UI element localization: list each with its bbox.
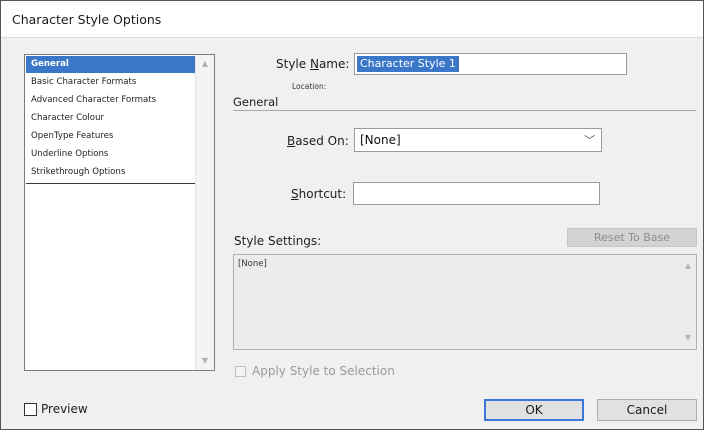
cancel-button[interactable]: Cancel <box>597 399 697 421</box>
ok-button[interactable]: OK <box>484 399 584 421</box>
style-settings-label: Style Settings: <box>234 234 322 248</box>
category-item-general[interactable]: General <box>26 56 196 73</box>
apply-style-checkbox[interactable] <box>235 366 246 377</box>
category-item-character-colour[interactable]: Character Colour <box>26 110 196 127</box>
category-item-opentype-features[interactable]: OpenType Features <box>26 128 196 145</box>
category-item-underline-options[interactable]: Underline Options <box>26 146 196 163</box>
scroll-down-arrow-icon[interactable]: ▼ <box>196 354 214 368</box>
character-style-options-dialog: Character Style Options General Basic Ch… <box>0 0 704 430</box>
apply-style-label: Apply Style to Selection <box>252 364 395 378</box>
based-on-select[interactable]: [None] ﹀ <box>354 128 602 152</box>
preview-checkbox[interactable] <box>24 403 37 416</box>
category-item-basic-character-formats[interactable]: Basic Character Formats <box>26 74 196 91</box>
style-name-label: Style Name: <box>276 57 350 71</box>
category-list-scrollbar[interactable]: ▲ ▼ <box>195 55 214 370</box>
category-item-advanced-character-formats[interactable]: Advanced Character Formats <box>26 92 196 109</box>
based-on-value: [None] <box>360 133 401 147</box>
dialog-title: Character Style Options <box>12 12 162 27</box>
category-list[interactable]: General Basic Character Formats Advanced… <box>24 54 215 371</box>
chevron-down-icon: ﹀ <box>584 134 595 147</box>
based-on-label: Based On: <box>287 134 349 148</box>
style-settings-box: [None] ▲ ▼ <box>233 254 697 350</box>
category-item-strikethrough-options[interactable]: Strikethrough Options <box>26 164 196 181</box>
section-divider <box>233 110 696 111</box>
scroll-up-arrow-icon[interactable]: ▲ <box>680 259 696 273</box>
section-title: General <box>233 95 279 109</box>
location-label: Location: <box>292 82 327 91</box>
style-name-input[interactable]: Character Style 1 <box>354 53 627 75</box>
shortcut-input[interactable] <box>353 182 600 205</box>
style-name-value: Character Style 1 <box>357 56 459 72</box>
scroll-down-arrow-icon[interactable]: ▼ <box>680 331 696 345</box>
reset-to-base-button[interactable]: Reset To Base <box>567 228 697 247</box>
scroll-up-arrow-icon[interactable]: ▲ <box>196 57 214 71</box>
shortcut-label: Shortcut: <box>291 187 347 201</box>
style-settings-scrollbar[interactable]: ▲ ▼ <box>680 255 696 349</box>
preview-label: Preview <box>41 402 88 416</box>
category-list-divider <box>26 183 196 184</box>
title-bar: Character Style Options <box>1 1 703 38</box>
style-settings-text: [None] <box>238 259 267 269</box>
